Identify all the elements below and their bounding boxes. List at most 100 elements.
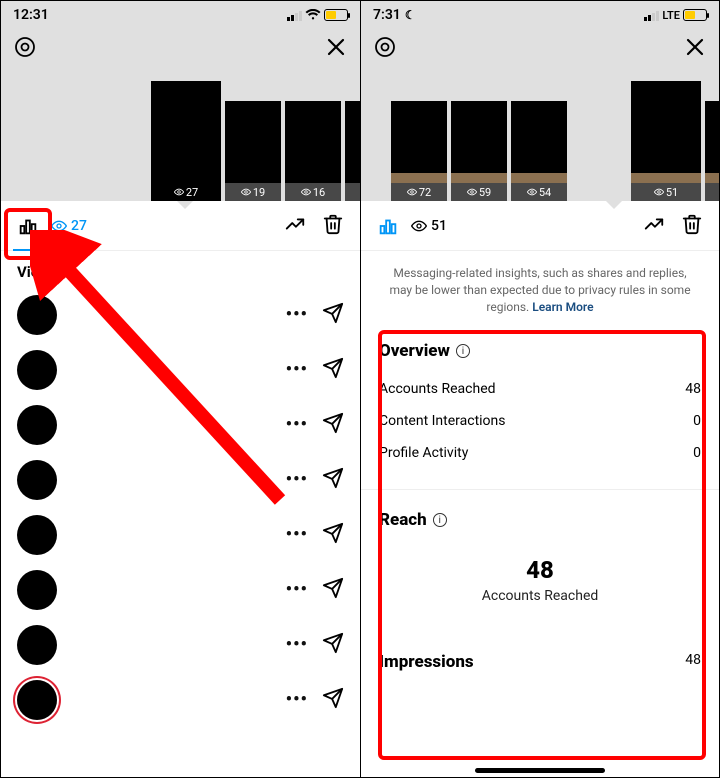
- metric-row[interactable]: Profile Activity 0: [379, 437, 701, 469]
- avatar[interactable]: [17, 570, 57, 610]
- more-icon[interactable]: •••: [286, 414, 308, 435]
- cellular-signal-icon: [644, 10, 659, 21]
- gear-icon[interactable]: [373, 35, 397, 59]
- viewers-list: ••• ••• ••• ••• ••• ••• ••• •••: [1, 287, 360, 727]
- story-view-count: 54: [511, 183, 567, 201]
- metric-value: 0: [693, 445, 701, 461]
- info-icon[interactable]: i: [433, 513, 447, 527]
- reach-label: Accounts Reached: [379, 588, 701, 604]
- time: 12:31: [13, 7, 49, 23]
- avatar[interactable]: [17, 460, 57, 500]
- send-icon[interactable]: [322, 577, 344, 603]
- reach-number: 48: [379, 556, 701, 584]
- avatar[interactable]: [17, 295, 57, 335]
- wifi-icon: [305, 9, 321, 21]
- reach-section: Reach i 48 Accounts Reached: [361, 498, 719, 620]
- more-icon[interactable]: •••: [286, 689, 308, 710]
- metric-value: 48: [685, 381, 701, 397]
- status-bar: 7:31 ☾ LTE: [361, 1, 719, 25]
- viewer-row[interactable]: •••: [1, 562, 360, 617]
- more-icon[interactable]: •••: [286, 469, 308, 490]
- insights-tab-icon[interactable]: [377, 215, 399, 237]
- viewer-row[interactable]: •••: [1, 342, 360, 397]
- time: 7:31: [373, 7, 401, 23]
- impressions-section: Impressions 48: [361, 620, 719, 692]
- info-icon[interactable]: i: [456, 344, 470, 358]
- more-icon[interactable]: •••: [286, 304, 308, 325]
- story-view-count: 19: [225, 183, 281, 201]
- avatar[interactable]: [17, 680, 57, 720]
- delete-icon[interactable]: [322, 213, 344, 239]
- impressions-value: 48: [685, 652, 701, 672]
- home-indicator[interactable]: [475, 768, 605, 773]
- delete-icon[interactable]: [681, 213, 703, 239]
- gear-icon[interactable]: [13, 35, 37, 59]
- story-thumbnail[interactable]: 54: [511, 101, 567, 201]
- story-view-count: 59: [451, 183, 507, 201]
- story-view-count: 48: [705, 183, 719, 201]
- avatar[interactable]: [17, 350, 57, 390]
- story-thumbnail[interactable]: 16: [285, 101, 341, 201]
- send-icon[interactable]: [322, 357, 344, 383]
- battery-icon: [324, 9, 348, 21]
- learn-more-link[interactable]: Learn More: [532, 300, 593, 314]
- send-icon[interactable]: [322, 687, 344, 713]
- story-view-count: 51: [631, 183, 701, 201]
- share-icon[interactable]: [284, 213, 306, 239]
- viewer-row[interactable]: •••: [1, 287, 360, 342]
- network-label: LTE: [662, 9, 680, 22]
- metric-label: Profile Activity: [379, 445, 468, 461]
- close-icon[interactable]: [683, 35, 707, 59]
- more-icon[interactable]: •••: [286, 359, 308, 380]
- viewer-row[interactable]: •••: [1, 672, 360, 727]
- story-thumbnail[interactable]: 51: [631, 81, 701, 201]
- viewers-tab[interactable]: 51: [411, 218, 447, 234]
- send-icon[interactable]: [322, 467, 344, 493]
- story-view-count: 27: [151, 183, 221, 201]
- send-icon[interactable]: [322, 412, 344, 438]
- story-thumbnail[interactable]: 27: [151, 81, 221, 201]
- share-icon[interactable]: [643, 213, 665, 239]
- privacy-notice: Messaging-related insights, such as shar…: [361, 251, 719, 329]
- cellular-signal-icon: [287, 10, 302, 21]
- story-strip[interactable]: 725954 5148: [361, 81, 719, 201]
- story-thumbnail[interactable]: [345, 101, 360, 201]
- avatar[interactable]: [17, 515, 57, 555]
- story-view-count: 16: [285, 183, 341, 201]
- story-strip[interactable]: 271916: [1, 81, 360, 201]
- status-bar: 12:31: [1, 1, 360, 25]
- story-view-count: 72: [391, 183, 447, 201]
- avatar[interactable]: [17, 625, 57, 665]
- tabbar: 51: [361, 201, 719, 251]
- viewers-tab[interactable]: 27: [51, 218, 87, 234]
- send-icon[interactable]: [322, 632, 344, 658]
- metric-label: Content Interactions: [379, 413, 506, 429]
- send-icon[interactable]: [322, 522, 344, 548]
- story-view-count: [345, 183, 360, 201]
- more-icon[interactable]: •••: [286, 524, 308, 545]
- insights-tab-icon[interactable]: [17, 215, 39, 237]
- story-thumbnail[interactable]: 19: [225, 101, 281, 201]
- more-icon[interactable]: •••: [286, 634, 308, 655]
- section-title: Reach: [379, 510, 427, 530]
- story-thumbnail[interactable]: 59: [451, 101, 507, 201]
- metric-label: Accounts Reached: [379, 381, 496, 397]
- close-icon[interactable]: [324, 35, 348, 59]
- story-thumbnail[interactable]: 72: [391, 101, 447, 201]
- dnd-icon: ☾: [405, 8, 416, 22]
- impressions-label: Impressions: [379, 652, 474, 672]
- send-icon[interactable]: [322, 302, 344, 328]
- metric-row[interactable]: Accounts Reached 48: [379, 373, 701, 405]
- story-thumbnail[interactable]: 48: [705, 101, 719, 201]
- battery-icon: [683, 9, 707, 21]
- metric-value: 0: [693, 413, 701, 429]
- viewer-row[interactable]: •••: [1, 507, 360, 562]
- viewers-heading: Viewer: [1, 251, 360, 287]
- viewer-row[interactable]: •••: [1, 617, 360, 672]
- viewer-row[interactable]: •••: [1, 452, 360, 507]
- metric-row[interactable]: Content Interactions 0: [379, 405, 701, 437]
- more-icon[interactable]: •••: [286, 579, 308, 600]
- overview-section: Overview i Accounts Reached48Content Int…: [361, 329, 719, 481]
- viewer-row[interactable]: •••: [1, 397, 360, 452]
- avatar[interactable]: [17, 405, 57, 445]
